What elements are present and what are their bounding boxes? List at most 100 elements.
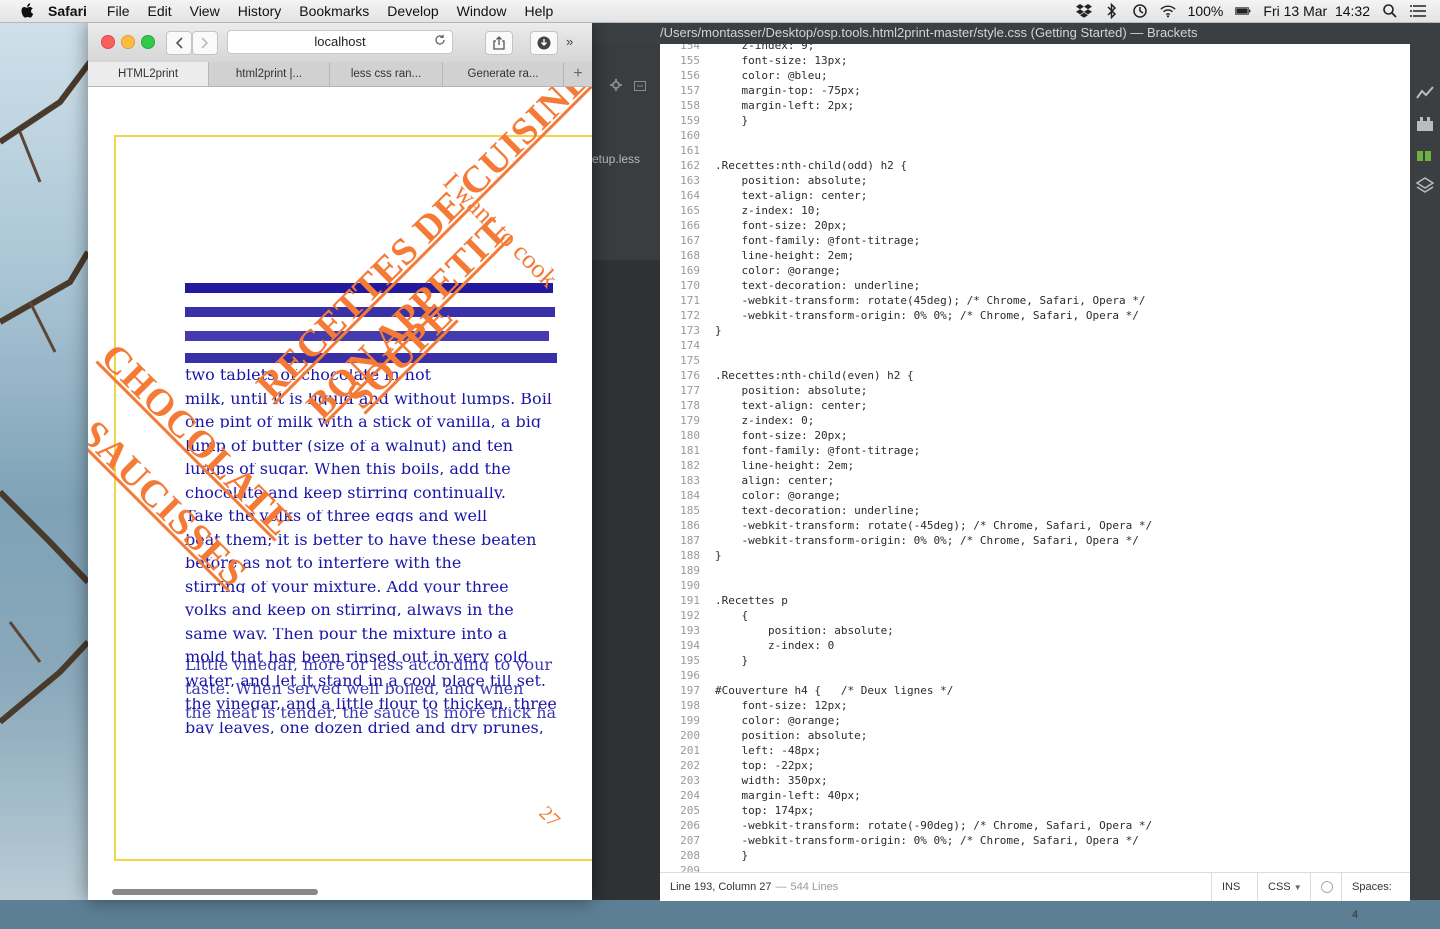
code-text: font-size: 12px;: [715, 699, 848, 712]
language-label: CSS: [1268, 881, 1291, 893]
line-number: 203: [680, 774, 700, 787]
cursor-position: Line 193, Column 27: [670, 881, 772, 893]
line-number: 186: [680, 519, 700, 532]
code-line: 173}: [660, 323, 1410, 338]
extension-manager-icon[interactable]: [1416, 116, 1434, 134]
code-text: font-size: 20px;: [715, 219, 848, 232]
sidebar-file-setup-less[interactable]: etup.less: [592, 152, 640, 166]
spotlight-search-icon[interactable]: [1382, 3, 1398, 19]
menu-edit[interactable]: Edit: [147, 3, 171, 19]
live-preview-icon[interactable]: [1416, 86, 1434, 104]
minimize-window-button[interactable]: [121, 35, 135, 49]
line-number: 204: [680, 789, 700, 802]
code-line: 154 z-index: 9;: [660, 44, 1410, 53]
line-number: 184: [680, 489, 700, 502]
code-text: text-align: center;: [715, 189, 868, 202]
line-number: 194: [680, 639, 700, 652]
language-selector[interactable]: CSS ▼: [1257, 873, 1312, 901]
line-number: 187: [680, 534, 700, 547]
line-number: 168: [680, 249, 700, 262]
menu-view[interactable]: View: [190, 3, 220, 19]
code-text: font-size: 20px;: [715, 429, 848, 442]
code-text: margin-left: 2px;: [715, 99, 855, 112]
notification-center-icon[interactable]: [1410, 3, 1426, 19]
code-line: 205 top: 174px;: [660, 803, 1410, 818]
code-text: }: [715, 549, 722, 562]
forward-button[interactable]: [192, 31, 218, 55]
new-tab-button[interactable]: +: [564, 62, 592, 86]
menu-help[interactable]: Help: [524, 3, 553, 19]
code-line: 168 line-height: 2em;: [660, 248, 1410, 263]
code-line: 183 align: center;: [660, 473, 1410, 488]
tab-bar: HTML2print html2print |... less css ran.…: [88, 62, 592, 87]
menubar-clock[interactable]: Fri 13 Mar 14:32: [1263, 3, 1370, 19]
linting-status-icon[interactable]: [1310, 873, 1343, 901]
menu-app-name[interactable]: Safari: [48, 3, 87, 19]
code-line: 172 -webkit-transform-origin: 0% 0%; /* …: [660, 308, 1410, 323]
code-text: margin-top: -75px;: [715, 84, 861, 97]
tab-html2print-2[interactable]: html2print |...: [209, 62, 330, 86]
brackets-toolbar-right: [1410, 44, 1440, 900]
split-view-icon[interactable]: [634, 78, 646, 96]
more-toolbar-items-icon[interactable]: »: [566, 34, 573, 49]
code-text: position: absolute;: [715, 729, 868, 742]
line-number: 198: [680, 699, 700, 712]
wifi-icon[interactable]: [1159, 3, 1176, 19]
code-line: 196: [660, 668, 1410, 683]
tab-less-css[interactable]: less css ran...: [330, 62, 443, 86]
line-number: 183: [680, 474, 700, 487]
recipe-text-line: yolks and keep on stirring, always in th…: [185, 604, 514, 616]
line-number: 191: [680, 594, 700, 607]
insert-mode-toggle[interactable]: INS: [1211, 873, 1250, 901]
code-text: z-index: 10;: [715, 204, 821, 217]
code-editor[interactable]: 154 z-index: 9; 155 font-size: 13px; 156 c…: [660, 44, 1410, 872]
tab-generate[interactable]: Generate ra...: [443, 62, 564, 86]
code-line: 162 .Recettes:nth-child(odd) h2 {: [660, 158, 1410, 173]
menu-bookmarks[interactable]: Bookmarks: [299, 3, 369, 19]
code-line: 160: [660, 128, 1410, 143]
gear-icon[interactable]: [610, 78, 622, 96]
line-number: 159: [680, 114, 700, 127]
brackets-window: /Users/montasser/Desktop/osp.tools.html2…: [592, 22, 1440, 921]
code-line: 158 margin-left: 2px;: [660, 98, 1410, 113]
line-number: 155: [680, 54, 700, 67]
line-number: 161: [680, 144, 700, 157]
dropbox-icon[interactable]: [1075, 3, 1092, 19]
close-window-button[interactable]: [101, 35, 115, 49]
back-button[interactable]: [166, 31, 192, 55]
code-line: 198 font-size: 12px;: [660, 698, 1410, 713]
menu-window[interactable]: Window: [457, 3, 507, 19]
indent-spaces-setting[interactable]: Spaces: 4: [1341, 873, 1410, 921]
code-line: 199 color: @orange;: [660, 713, 1410, 728]
code-line: 197 #Couverture h4 { /* Deux lignes */: [660, 683, 1410, 698]
line-number: 192: [680, 609, 700, 622]
battery-icon[interactable]: [1235, 3, 1251, 19]
menu-develop[interactable]: Develop: [387, 3, 438, 19]
code-line: 187 -webkit-transform-origin: 0% 0%; /* …: [660, 533, 1410, 548]
menu-history[interactable]: History: [238, 3, 282, 19]
tab-html2print[interactable]: HTML2print: [88, 62, 209, 86]
gift-extension-icon[interactable]: [1416, 146, 1434, 164]
web-page-viewport[interactable]: two tablets of chocolate in not milk, unt…: [88, 87, 592, 900]
code-text: line-height: 2em;: [715, 249, 855, 262]
share-icon[interactable]: [485, 31, 513, 55]
zoom-window-button[interactable]: [141, 35, 155, 49]
line-number: 189: [680, 564, 700, 577]
layers-icon[interactable]: [1415, 176, 1435, 194]
code-text: color: @orange;: [715, 714, 841, 727]
reload-icon[interactable]: [434, 31, 446, 53]
menu-file[interactable]: File: [107, 3, 130, 19]
status-bar: Line 193, Column 27 — 544 Lines INS CSS …: [660, 872, 1410, 921]
line-number: 195: [680, 654, 700, 667]
bluetooth-icon[interactable]: [1104, 3, 1120, 19]
line-number: 162: [680, 159, 700, 172]
line-number: 188: [680, 549, 700, 562]
address-bar[interactable]: localhost: [227, 30, 453, 54]
downloads-icon[interactable]: [530, 31, 558, 55]
horizontal-scrollbar[interactable]: [112, 889, 318, 895]
line-number: 206: [680, 819, 700, 832]
time-machine-icon[interactable]: [1132, 3, 1148, 19]
apple-menu-icon[interactable]: [20, 3, 36, 19]
code-text: align: center;: [715, 474, 835, 487]
code-line: 177 position: absolute;: [660, 383, 1410, 398]
